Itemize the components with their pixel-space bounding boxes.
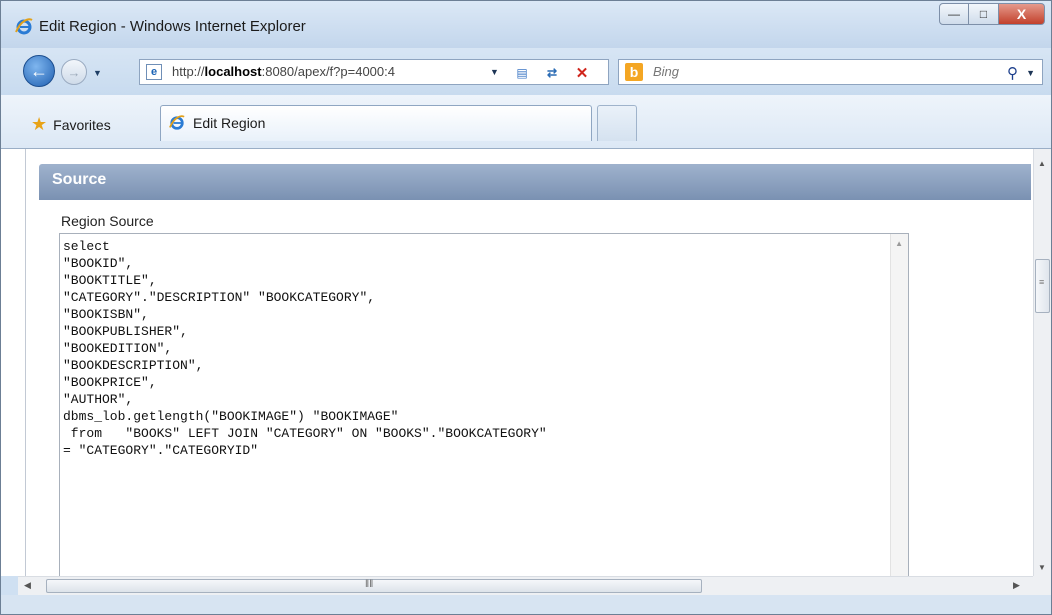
textarea-scrollbar[interactable]: ▲ [890,234,908,576]
bing-logo-icon: b [625,63,643,81]
region-source-label: Region Source [61,213,154,229]
back-arrow-icon: ← [30,60,48,81]
source-panel: Source Region Source select "BOOKID", "B… [25,149,1033,576]
page-left-margin [1,149,25,576]
status-bar [1,595,1051,614]
scroll-right-arrow-icon[interactable]: ▶ [1013,580,1020,591]
recent-pages-dropdown-icon[interactable]: ▼ [93,68,102,78]
region-source-code[interactable]: select "BOOKID", "BOOKTITLE", "CATEGORY"… [63,238,547,459]
refresh-icon[interactable]: ⇄ [542,63,562,83]
source-line: "BOOKDESCRIPTION", [63,358,204,373]
window-controls: — □ X [939,3,1045,25]
page-icon: e [146,64,162,80]
browser-window: Edit Region - Windows Internet Explorer … [0,0,1052,615]
section-header: Source [39,164,1031,200]
source-line: "BOOKID", [63,256,134,271]
forward-button[interactable]: → [61,59,87,85]
scrollbar-corner [1033,576,1051,595]
close-icon: X [1016,6,1027,22]
maximize-icon: □ [979,7,988,21]
address-url[interactable]: http://localhost:8080/apex/f?p=4000:4 [172,64,395,79]
source-line: "BOOKEDITION", [63,341,173,356]
minimize-button[interactable]: — [939,3,969,25]
source-line: from "BOOKS" LEFT JOIN "CATEGORY" ON "BO… [70,426,547,441]
back-button[interactable]: ← [23,55,55,87]
tab-edit-region[interactable]: Edit Region [160,105,592,141]
page-vertical-scrollbar[interactable]: ▲ ≡ ▼ [1033,149,1051,576]
address-bar[interactable]: e http://localhost:8080/apex/f?p=4000:4 … [139,59,609,85]
region-source-textarea[interactable]: select "BOOKID", "BOOKTITLE", "CATEGORY"… [59,233,909,576]
tab-bar: ★ Favorites Edit Region [1,95,1051,149]
favorites-label: Favorites [53,116,111,133]
ie-logo-icon [169,115,185,130]
vertical-scroll-thumb[interactable]: ≡ [1035,259,1050,313]
source-line: "BOOKISBN", [63,307,149,322]
grip-icon: ‖‖ [365,579,374,590]
search-input[interactable]: Bing [653,64,679,79]
tab-label: Edit Region [193,115,266,131]
forward-arrow-icon: → [67,64,81,80]
maximize-button[interactable]: □ [969,3,999,25]
stop-icon[interactable]: ✕ [572,63,592,83]
favorites-button[interactable]: ★ Favorites [31,114,111,135]
favorites-star-icon: ★ [31,114,48,134]
source-line: dbms_lob.getlength("BOOKIMAGE") "BOOKIMA… [63,409,399,424]
scroll-up-arrow-icon[interactable]: ▲ [1038,159,1046,168]
page-horizontal-scrollbar[interactable]: ◀ ‖‖ ▶ [18,576,1033,595]
scroll-left-arrow-icon[interactable]: ◀ [24,580,31,591]
source-line: "BOOKTITLE", [63,273,157,288]
source-line: "BOOKPUBLISHER", [63,324,188,339]
section-title: Source [52,171,107,188]
scroll-up-arrow-icon[interactable]: ▲ [895,239,903,248]
source-line: "AUTHOR", [63,392,134,407]
title-bar: Edit Region - Windows Internet Explorer … [1,1,1051,48]
address-dropdown-icon[interactable]: ▼ [490,67,499,77]
navigation-bar: ← → ▼ e http://localhost:8080/apex/f?p=4… [1,48,1051,95]
close-button[interactable]: X [999,3,1045,25]
search-options-dropdown-icon[interactable]: ▼ [1026,68,1035,78]
page-content: Source Region Source select "BOOKID", "B… [1,149,1051,576]
horizontal-scroll-thumb[interactable]: ‖‖ [46,579,702,593]
search-box[interactable]: b Bing ⚲ ▼ [618,59,1043,85]
ie-logo-icon [15,18,33,35]
source-line: select [63,239,110,254]
new-tab-button[interactable] [597,105,637,141]
grip-icon: ≡ [1039,277,1045,287]
source-line: = "CATEGORY"."CATEGORYID" [63,443,259,458]
scroll-down-arrow-icon[interactable]: ▼ [1038,563,1046,572]
source-line: "BOOKPRICE", [63,375,157,390]
compatibility-view-icon[interactable]: ▤ [512,63,532,83]
search-icon[interactable]: ⚲ [1007,64,1018,82]
minimize-icon: — [948,7,960,21]
window-title: Edit Region - Windows Internet Explorer [39,18,306,35]
source-line: "CATEGORY"."DESCRIPTION" "BOOKCATEGORY", [63,290,376,305]
